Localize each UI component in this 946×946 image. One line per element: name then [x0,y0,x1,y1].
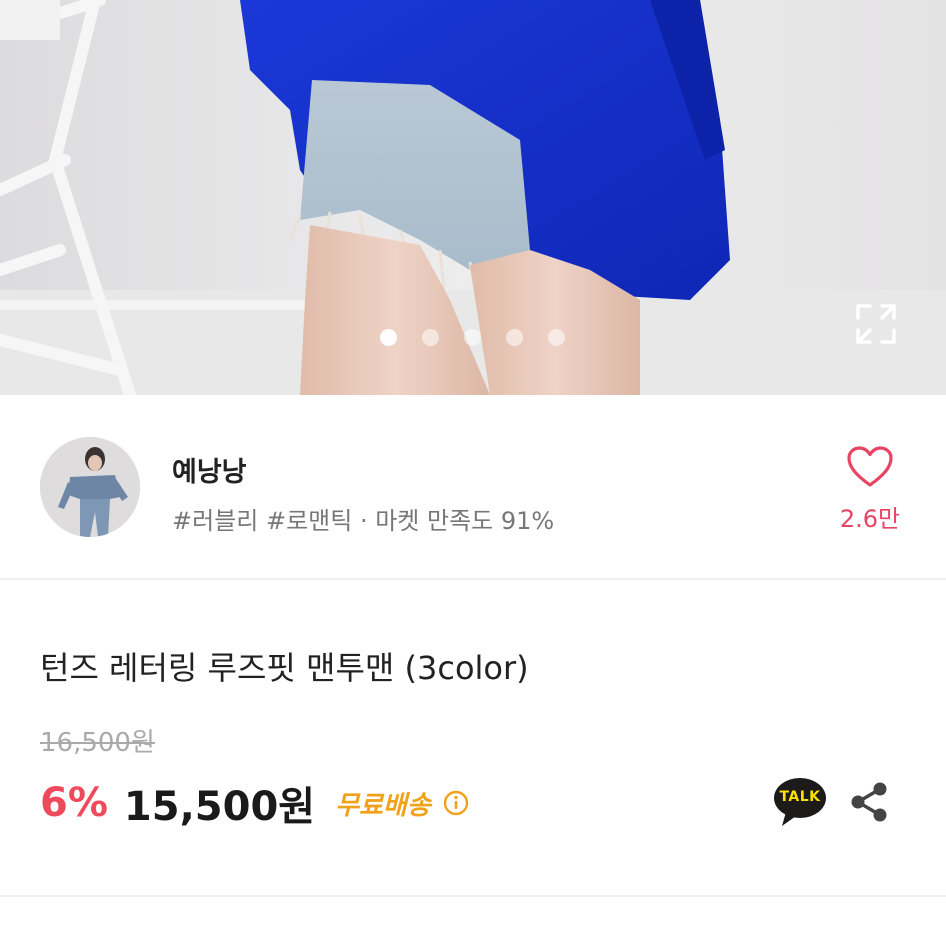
like-button[interactable]: 2.6만 [830,445,910,537]
share-button[interactable] [848,780,890,824]
seller-name[interactable]: 예낭낭 [172,450,247,489]
seller-avatar[interactable] [40,437,140,537]
sale-price: 15,500원 [123,784,316,830]
avatar-image [40,437,140,537]
like-count: 2.6만 [839,505,901,533]
share-icon [851,782,887,822]
info-icon[interactable] [443,790,469,816]
pagination-dot-1[interactable] [380,329,397,346]
seller-tags: #러블리 #로맨틱 · 마켓 만족도 91% [172,507,555,535]
pagination-dot-2[interactable] [422,329,439,346]
free-shipping-badge: 무료배송 [335,790,431,821]
gallery-pagination [0,329,946,349]
price-row: 6% 15,500원 무료배송 [40,778,469,830]
section-divider [0,578,946,580]
expand-button[interactable] [852,300,900,348]
pagination-dot-4[interactable] [506,329,523,346]
heart-outline-icon [847,446,893,487]
section-divider [0,895,946,897]
product-title: 턴즈 레터링 루즈핏 맨투맨 (3color) [40,649,529,687]
product-image-gallery[interactable] [0,0,946,395]
original-price: 16,500원 [40,728,155,758]
kakao-talk-button[interactable]: TALK [772,776,828,828]
expand-icon [856,304,896,344]
pagination-dot-5[interactable] [548,329,565,346]
kakao-talk-label: TALK [779,789,821,805]
seller-section: 예낭낭 #러블리 #로맨틱 · 마켓 만족도 91% 2.6만 [0,395,946,578]
pagination-dot-3[interactable] [464,329,481,346]
discount-rate: 6% [40,780,108,826]
